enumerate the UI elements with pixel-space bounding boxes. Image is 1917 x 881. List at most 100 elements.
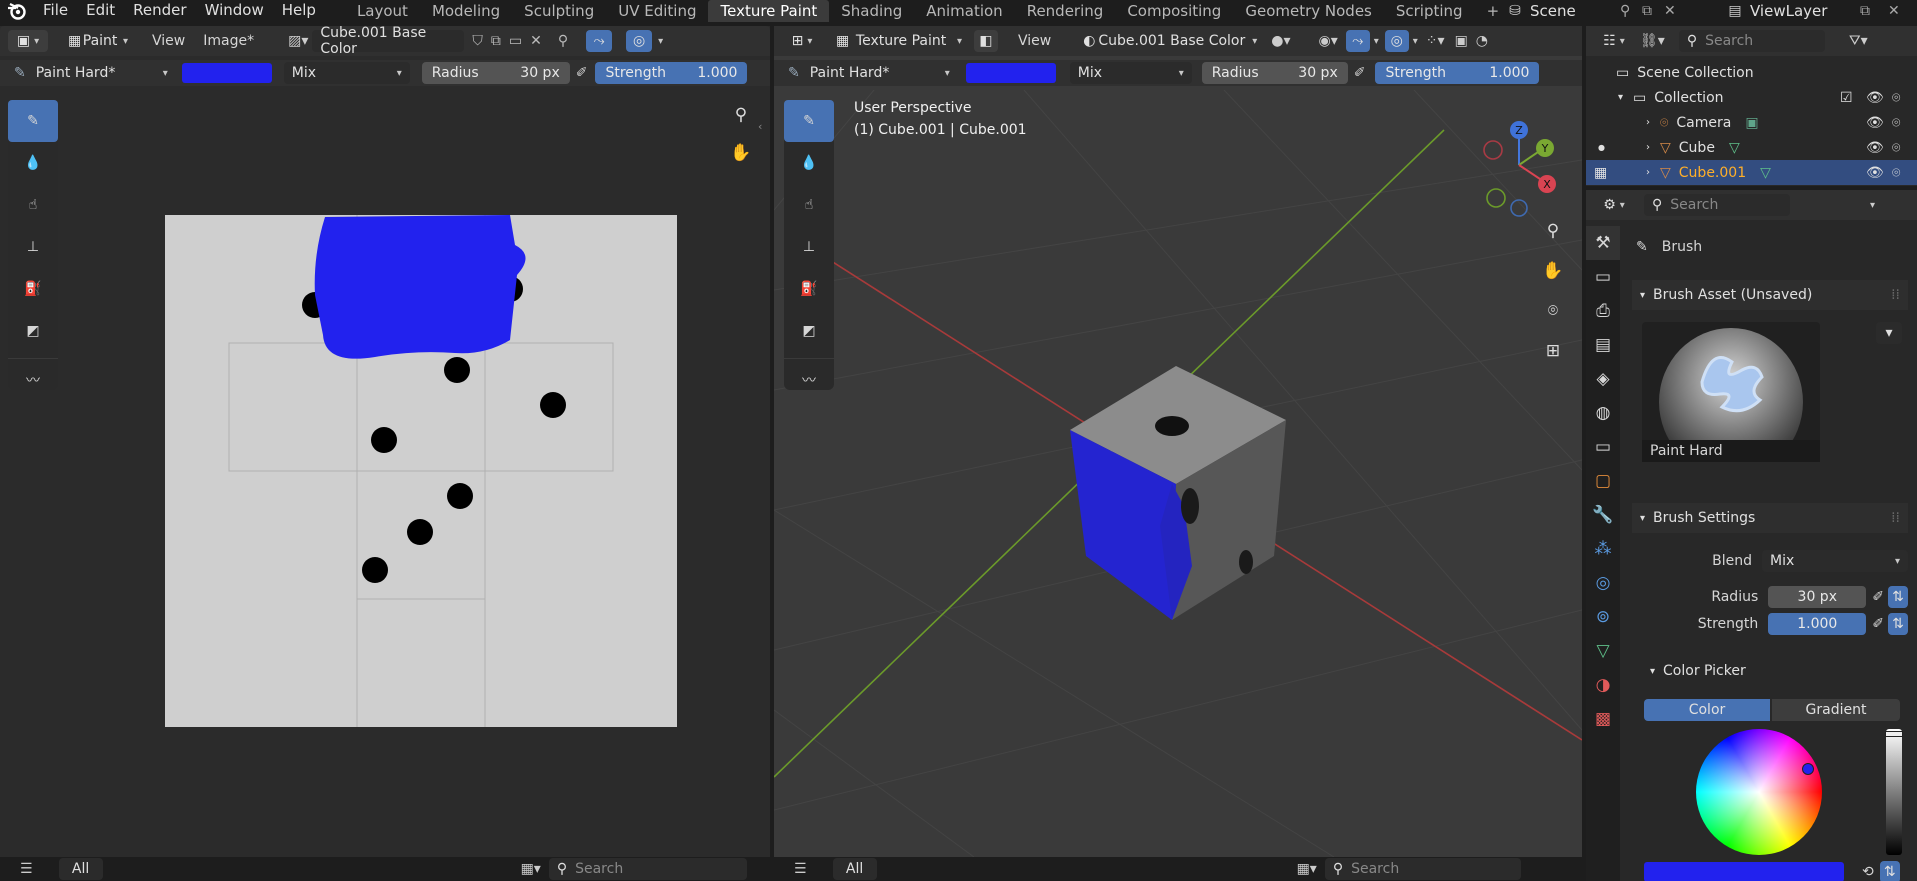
color-wheel-cursor[interactable] <box>1802 763 1814 775</box>
viewport-filter-all-button[interactable]: All <box>832 858 877 880</box>
outliner-item-cube-001[interactable]: ▦ › ▽ Cube.001 ▽ 👁 ⌾ <box>1586 160 1917 185</box>
collection-eye-icon[interactable]: 👁 <box>1866 90 1884 106</box>
overlay-dropdown-icon[interactable]: ▾ <box>658 36 663 47</box>
tab-animation[interactable]: Animation <box>914 0 1014 22</box>
collection-expand-icon[interactable]: ▾ <box>1618 92 1623 103</box>
smear-tool-icon[interactable]: ☝ <box>8 184 58 226</box>
menu-file[interactable]: File <box>34 0 77 22</box>
fill-tool-icon[interactable]: ⛽ <box>8 268 58 310</box>
properties-options-icon[interactable]: ▾ <box>1870 200 1875 211</box>
brush-settings-drag-icon[interactable]: ⁞⁞ <box>1891 510 1900 526</box>
viewport-overlay-icon[interactable]: ◎ <box>1384 30 1409 52</box>
blender-logo-icon[interactable] <box>0 2 34 20</box>
viewport-radius-field[interactable]: Radius 30 px <box>1201 62 1348 84</box>
radius-pressure-icon[interactable]: ✐ <box>576 65 588 81</box>
clone-tool-icon[interactable]: ⊥ <box>8 226 58 268</box>
image-name-field[interactable]: Cube.001 Base Color <box>312 25 465 57</box>
properties-strength-pressure-icon[interactable]: ✐ <box>1872 616 1884 632</box>
viewport-color-swatch[interactable] <box>965 63 1056 83</box>
strength-field[interactable]: Strength 1.000 <box>595 62 748 84</box>
menu-render[interactable]: Render <box>124 0 195 22</box>
viewport-mask-tool-icon[interactable]: ◩ <box>784 310 834 352</box>
viewport-overlay-dropdown-icon[interactable]: ▾ <box>1413 36 1418 47</box>
viewport-clone-tool-icon[interactable]: ⊥ <box>784 226 834 268</box>
outliner-editor-type-icon[interactable]: ☷ ▾ <box>1596 30 1632 52</box>
properties-radius-unit-icon[interactable]: ⇅ <box>1888 586 1908 608</box>
tab-geometry-nodes[interactable]: Geometry Nodes <box>1233 0 1384 22</box>
viewport-mode-dropdown[interactable]: ▦ Texture Paint ▾ <box>828 30 970 52</box>
properties-editor-type-icon[interactable]: ⚙ ▾ <box>1596 194 1632 216</box>
world-tab-icon[interactable]: ◍ <box>1586 396 1620 430</box>
cube001-expand-icon[interactable]: › <box>1646 167 1650 178</box>
overlay-icon[interactable]: ◎ <box>626 30 653 52</box>
soften-tool-icon[interactable]: 💧 <box>8 142 58 184</box>
viewport-asset-view-icon[interactable]: ▦▾ <box>1297 861 1317 877</box>
menu-help[interactable]: Help <box>273 0 325 22</box>
viewport-footer-search-input[interactable]: ⚲ Search <box>1324 858 1521 880</box>
viewport-pan-icon[interactable]: ✋ <box>1538 256 1568 286</box>
properties-blend-dropdown[interactable]: Mix ▾ <box>1762 550 1908 572</box>
cube001-eye-icon[interactable]: 👁 <box>1866 165 1884 181</box>
data-tab-icon[interactable]: ▽ <box>1586 634 1620 668</box>
footer-search-input[interactable]: ⚲ Search <box>548 858 747 880</box>
scene-collection-row[interactable]: ▭ Scene Collection <box>1586 60 1917 85</box>
new-image-icon[interactable]: ⧉ <box>491 33 501 49</box>
texture-canvas[interactable] <box>165 215 677 727</box>
brush-selector[interactable]: Paint Hard* ▾ <box>32 62 172 84</box>
view-layer-selector[interactable]: ▤ ViewLayer ⧉ ✕ <box>1720 0 1899 22</box>
color-tab[interactable]: Color <box>1644 699 1770 721</box>
menu-window[interactable]: Window <box>196 0 273 22</box>
brush-asset-drag-icon[interactable]: ⁞⁞ <box>1891 287 1900 303</box>
tab-modeling[interactable]: Modeling <box>420 0 512 22</box>
fake-user-icon[interactable]: ⛉ <box>472 33 483 49</box>
cube-expand-icon[interactable]: › <box>1646 142 1650 153</box>
viewport-hamburger-icon[interactable]: ☰ <box>794 861 807 877</box>
current-color-swatch[interactable] <box>1644 862 1844 881</box>
filter-all-button[interactable]: All <box>58 858 103 880</box>
brush-asset-preview[interactable]: Paint Hard <box>1642 322 1820 476</box>
mode-dropdown[interactable]: ▦ Paint ▾ <box>60 30 136 52</box>
camera-expand-icon[interactable]: › <box>1646 117 1650 128</box>
snapping-icon[interactable]: ⤳ <box>586 30 613 52</box>
3d-viewport[interactable]: ⊞ ▾ ▦ Texture Paint ▾ ◧ View ◐ Cube.001 Ba… <box>774 26 1582 881</box>
properties-strength-field[interactable]: 1.000 <box>1768 613 1867 635</box>
brush-settings-collapse-icon[interactable]: ▾ <box>1640 513 1645 524</box>
scene-delete-icon[interactable]: ✕ <box>1664 3 1694 19</box>
unlink-image-icon[interactable]: ✕ <box>530 33 542 49</box>
pan-hand-icon[interactable]: ✋ <box>726 138 756 168</box>
collection-row[interactable]: ▾ ▭ Collection ☑ 👁 ⌾ <box>1586 85 1917 110</box>
color-picker-panel-header[interactable]: ▾ Color Picker <box>1642 656 1908 686</box>
tab-sculpting[interactable]: Sculpting <box>512 0 606 22</box>
scene-selector[interactable]: ⛁ Scene ⚲ ⧉ ✕ <box>1500 0 1694 22</box>
image-menu[interactable]: Image* <box>203 33 254 49</box>
pin-icon[interactable]: ⚲ <box>558 33 568 49</box>
mask-tool-icon[interactable]: ◩ <box>8 310 58 352</box>
tab-texture-paint[interactable]: Texture Paint <box>708 0 830 22</box>
view-layer-tab-icon[interactable]: ▤ <box>1586 328 1620 362</box>
viewport-editor-type-icon[interactable]: ⊞ ▾ <box>782 30 822 52</box>
color-wheel[interactable] <box>1696 729 1822 855</box>
outliner-item-cube[interactable]: ● › ▽ Cube ▽ 👁 ⌾ <box>1586 135 1917 160</box>
viewport-soften-tool-icon[interactable]: 💧 <box>784 142 834 184</box>
camera-render-icon[interactable]: ⌾ <box>1892 115 1900 131</box>
brush-color-swatch[interactable] <box>181 63 272 83</box>
viewport-radius-pressure-icon[interactable]: ✐ <box>1354 65 1366 81</box>
viewport-blend-dropdown[interactable]: Mix ▾ <box>1069 62 1192 84</box>
tab-compositing[interactable]: Compositing <box>1115 0 1233 22</box>
tool-tab-icon[interactable]: ⚒ <box>1586 226 1620 260</box>
object-tab-icon[interactable]: ▢ <box>1586 464 1620 498</box>
viewport-image-selector[interactable]: ◐ Cube.001 Base Color ▾ <box>1075 30 1265 52</box>
hamburger-icon[interactable]: ☰ <box>20 861 33 877</box>
swap-colors-icon[interactable]: ⟲ <box>1862 864 1874 880</box>
asset-view-icon[interactable]: ▦▾ <box>521 861 541 877</box>
scene-new-icon[interactable]: ⧉ <box>1642 3 1664 19</box>
editor-type-icon[interactable]: ▣ ▾ <box>8 30 48 52</box>
properties-radius-field[interactable]: 30 px <box>1768 586 1867 608</box>
constraints-tab-icon[interactable]: ⊚ <box>1586 600 1620 634</box>
viewport-smear-tool-icon[interactable]: ☝ <box>784 184 834 226</box>
viewport-brush-selector[interactable]: Paint Hard* ▾ <box>806 62 954 84</box>
zoom-icon[interactable]: ⚲ <box>726 100 756 130</box>
menu-edit[interactable]: Edit <box>77 0 124 22</box>
collection-camera-icon[interactable]: ⌾ <box>1892 90 1900 106</box>
navigation-gizmo[interactable]: Z Y X <box>1474 110 1564 220</box>
